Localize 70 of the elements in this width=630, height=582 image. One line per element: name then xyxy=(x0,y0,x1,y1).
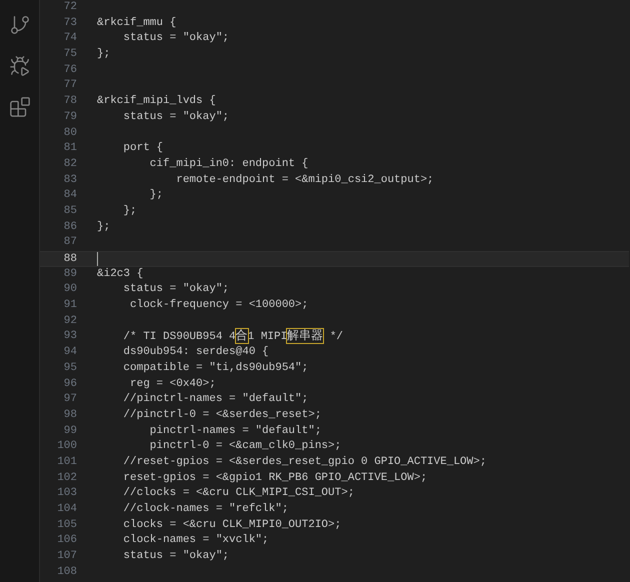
text-cursor xyxy=(97,252,98,266)
code-line: clocks = <&cru CLK_MIPI0_OUT2IO>; xyxy=(122,518,342,533)
code-line: }; xyxy=(122,204,137,219)
bug-play-icon[interactable] xyxy=(8,55,30,77)
line-number: 107 xyxy=(56,549,77,564)
code-line: clock-names = "xvclk"; xyxy=(122,533,269,548)
code-line: //reset-gpios = <&serdes_reset_gpio 0 GPIO_ACTIVE_LOW>; xyxy=(122,454,486,470)
line-number: 92 xyxy=(62,314,77,329)
code-line: pinctrl-0 = <&cam_clk0_pins>; xyxy=(148,439,342,454)
line-number: 82 xyxy=(62,156,77,172)
code-line: pinctrl-names = "default"; xyxy=(148,424,322,439)
code-line: &rkcif_mipi_lvds { xyxy=(97,94,216,110)
line-number: 76 xyxy=(62,62,77,78)
branch-icon[interactable] xyxy=(8,14,30,36)
code-line: }; xyxy=(97,47,110,62)
line-number: 98 xyxy=(62,408,77,423)
code-line: ds90ub954: serdes@40 { xyxy=(122,345,269,360)
line-number: 96 xyxy=(62,376,77,392)
line-number: 86 xyxy=(62,220,77,235)
line-number: 108 xyxy=(56,564,77,580)
code-line: //pinctrl-names = "default"; xyxy=(122,392,308,408)
line-number: 78 xyxy=(62,94,77,110)
code-line: status = "okay"; xyxy=(122,549,230,564)
line-number: 103 xyxy=(56,486,77,502)
line-number: 99 xyxy=(62,424,77,439)
line-number: 100 xyxy=(56,439,77,454)
code-line: }; xyxy=(148,188,164,204)
line-number: 102 xyxy=(56,470,77,486)
line-number: 97 xyxy=(62,392,77,408)
code-line: compatible = "ti,ds90ub954"; xyxy=(122,360,308,376)
code-line: //clocks = <&cru CLK_MIPI_CSI_OUT>; xyxy=(122,486,354,502)
code-line: /* TI DS90UB954 4合1 MIPI解串器 */ xyxy=(122,328,344,345)
line-number: 104 xyxy=(56,502,77,517)
code-line: &i2c3 { xyxy=(97,266,144,282)
code-line: reset-gpios = <&gpio1 RK_PB6 GPIO_ACTIVE_LOW>; xyxy=(122,470,428,486)
code-line: status = "okay"; xyxy=(122,31,230,46)
code-line: status = "okay"; xyxy=(122,110,230,125)
line-number: 75 xyxy=(62,47,77,62)
line-number: 101 xyxy=(56,454,77,470)
line-number: 73 xyxy=(62,16,77,31)
line-number: 95 xyxy=(62,360,77,376)
blocks-icon[interactable] xyxy=(8,96,30,118)
line-number: 93 xyxy=(62,329,77,344)
line-number: 88 xyxy=(62,252,77,266)
line-number: 89 xyxy=(62,266,77,282)
code-line: clock-frequency = <100000>; xyxy=(129,298,308,314)
code-line: remote-endpoint = <&mipi0_csi2_output>; xyxy=(175,172,434,188)
line-number: 87 xyxy=(62,235,77,250)
line-number: 85 xyxy=(62,204,77,219)
code-line: //clock-names = "refclk"; xyxy=(122,502,288,517)
line-number: 105 xyxy=(56,518,77,533)
code-line: reg = <0x40>; xyxy=(129,376,216,392)
line-number: 90 xyxy=(62,282,77,298)
line-number: 106 xyxy=(56,533,77,548)
line-number: 84 xyxy=(62,188,77,204)
code-line: cif_mipi_in0: endpoint { xyxy=(148,156,308,172)
line-number: 80 xyxy=(62,126,77,140)
line-number: 74 xyxy=(62,31,77,46)
line-number: 72 xyxy=(62,0,77,15)
code-line: &rkcif_mmu { xyxy=(97,16,176,31)
code-line: status = "okay"; xyxy=(122,282,230,298)
line-number: 81 xyxy=(62,141,77,156)
line-number: 79 xyxy=(62,110,77,125)
code-line: }; xyxy=(97,220,110,235)
line-number: 91 xyxy=(62,298,77,314)
line-number: 83 xyxy=(62,172,77,188)
code-line: port { xyxy=(122,141,164,156)
line-number: 77 xyxy=(62,78,77,94)
line-number: 94 xyxy=(62,345,77,360)
code-line: //pinctrl-0 = <&serdes_reset>; xyxy=(122,408,322,423)
